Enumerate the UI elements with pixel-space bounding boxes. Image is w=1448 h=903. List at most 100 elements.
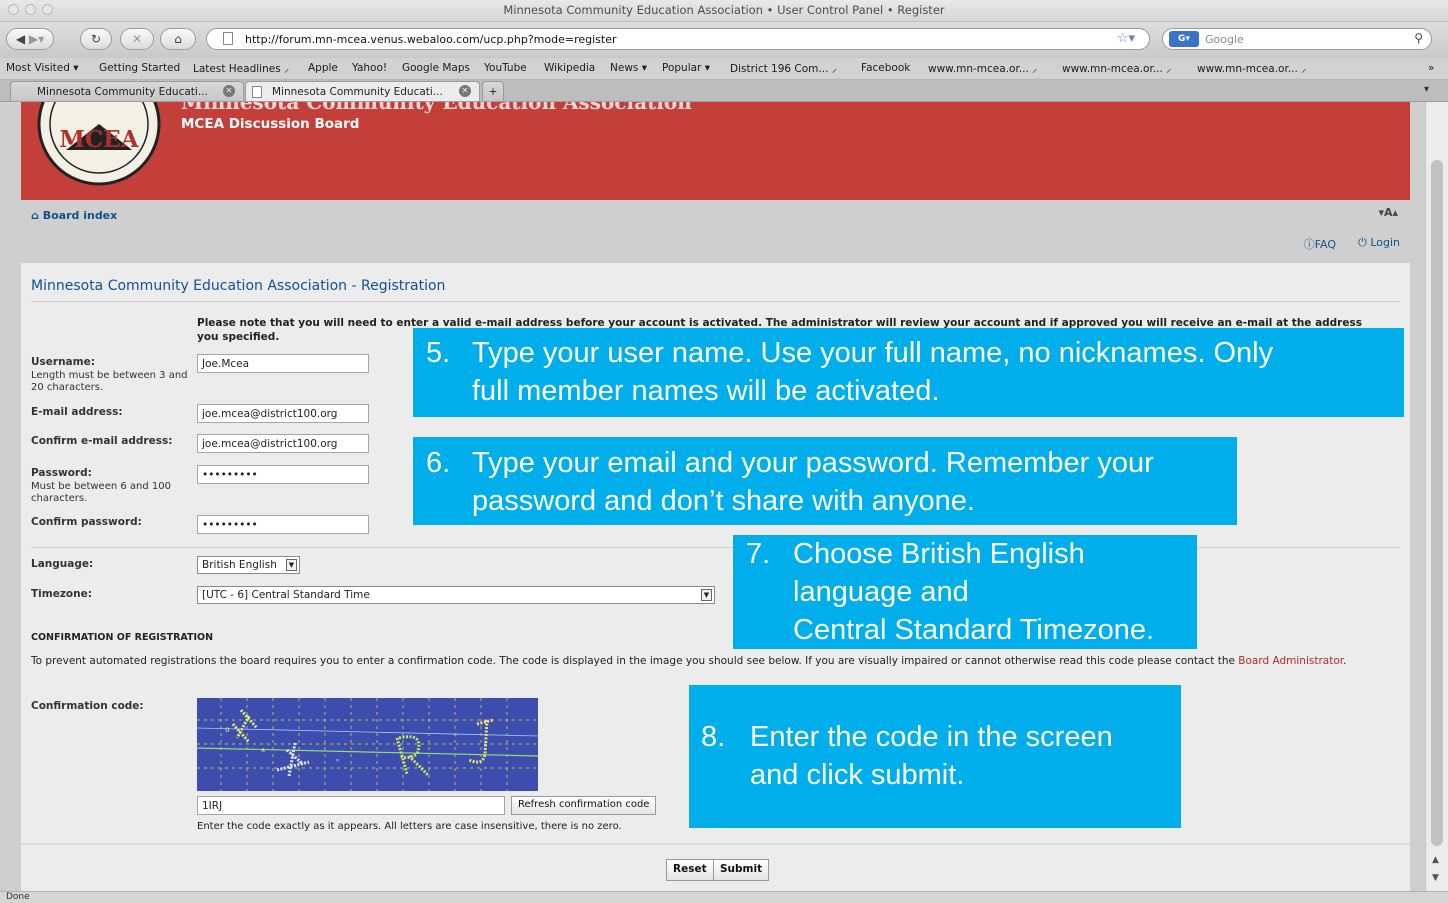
plus-icon[interactable]: + (489, 86, 498, 98)
confirmation-code-label: Confirmation code: (31, 700, 144, 712)
confirm-password-input[interactable]: ••••••••• (197, 515, 369, 534)
submit-button[interactable]: Submit (713, 859, 770, 881)
bookmark-item[interactable]: Facebook (861, 62, 910, 74)
home-icon[interactable]: ⌂ (174, 32, 182, 46)
forward-arrow-icon[interactable]: ▶▾ (29, 32, 44, 46)
callout-number: 7. (746, 538, 771, 570)
login-link[interactable]: ⏻ Login (1358, 236, 1400, 250)
reload-icon[interactable]: ↻ (91, 32, 101, 46)
dropdown-arrow-icon[interactable]: ▼ (286, 559, 297, 571)
confirmation-heading: CONFIRMATION OF REGISTRATION (31, 632, 214, 643)
bookmark-item[interactable]: Wikipedia (544, 62, 595, 74)
bookmark-item[interactable]: Popular ▾ (662, 62, 710, 74)
callout-text: Choose British English language and Cent… (793, 538, 1155, 646)
site-header: MCEA Minnesota Community Education Assoc… (21, 102, 1410, 200)
site-title: Minnesota Community Education Associatio… (181, 102, 692, 114)
scroll-down-arrow-icon[interactable]: ▼ (1432, 873, 1439, 883)
scrollbar-thumb[interactable] (1431, 160, 1443, 846)
svg-text:o: o (225, 725, 230, 734)
language-select[interactable]: British English ▼ (197, 556, 300, 574)
svg-text:◦: ◦ (453, 731, 458, 740)
language-label: Language: (31, 558, 94, 570)
faq-link[interactable]: ⓘFAQ (1304, 236, 1336, 252)
vertical-scrollbar[interactable]: ▲ ▼ (1425, 102, 1448, 891)
site-subtitle: MCEA Discussion Board (181, 116, 360, 132)
back-arrow-icon[interactable]: ◀ (16, 32, 25, 46)
confirmation-text: To prevent automated registrations the b… (31, 654, 1391, 669)
power-icon: ⏻ (1358, 236, 1367, 249)
timezone-value: [UTC - 6] Central Standard Time (202, 589, 370, 601)
navigation-toolbar: ◀ ▶▾ ↻ ✕ ⌂ http://forum.mn-mcea.venus.we… (0, 22, 1448, 58)
board-administrator-link[interactable]: Board Administrator (1238, 655, 1343, 667)
username-input[interactable]: Joe.Mcea (197, 354, 369, 373)
callout-step-6: 6. Type your email and your password. Re… (413, 437, 1237, 525)
bookmark-star-icon[interactable]: ☆▾ (1117, 31, 1135, 46)
stop-button[interactable]: ✕ (120, 28, 154, 50)
captcha-image: oᴀᵒ◦ (197, 698, 538, 791)
url-bar[interactable]: http://forum.mn-mcea.venus.webaloo.com/u… (206, 28, 1150, 50)
bookmark-item[interactable]: Google Maps (402, 62, 470, 74)
bookmark-item[interactable]: District 196 Com... ⸝ (730, 62, 837, 76)
tab-registration-2[interactable]: Minnesota Community Educati... ✕ (245, 81, 480, 101)
window-title: Minnesota Community Education Associatio… (503, 3, 945, 17)
confirm-email-input[interactable]: joe.mcea@district100.org (197, 434, 369, 453)
refresh-confirmation-code-button[interactable]: Refresh confirmation code (511, 796, 657, 815)
stop-icon[interactable]: ✕ (132, 32, 142, 46)
tab-registration-1[interactable]: Minnesota Community Educati... ✕ (10, 81, 244, 101)
callout-number: 8. (701, 721, 726, 753)
tab-close-icon[interactable]: ✕ (459, 85, 471, 97)
window-titlebar: Minnesota Community Education Associatio… (0, 0, 1448, 22)
question-icon: ⓘ (1303, 238, 1315, 251)
search-icon[interactable]: ⚲ (1414, 31, 1423, 45)
bookmark-item[interactable]: News ▾ (610, 62, 647, 74)
page-icon (223, 32, 233, 45)
status-bar: Done (0, 891, 1448, 903)
font-size-toggle[interactable]: ▾A▴ (1378, 206, 1398, 219)
bookmark-item[interactable]: Yahoo! (352, 62, 387, 74)
new-tab-button[interactable]: + (482, 81, 504, 101)
email-label: E-mail address: (31, 406, 123, 418)
search-bar[interactable]: G▾ Google ⚲ (1162, 28, 1432, 50)
tab-list-icon[interactable]: ▾ (1424, 84, 1429, 95)
bookmark-item[interactable]: Apple (308, 62, 338, 74)
status-text: Done (6, 892, 30, 902)
password-input[interactable]: ••••••••• (197, 465, 369, 484)
confirmation-text-end: . (1343, 655, 1347, 667)
confirmation-code-input[interactable]: 1IRJ (197, 796, 505, 815)
username-label: Username: (31, 356, 95, 368)
reload-button[interactable]: ↻ (80, 28, 112, 50)
timezone-label: Timezone: (31, 588, 92, 600)
bookmarks-overflow-chevron-icon[interactable]: » (1428, 62, 1434, 74)
google-search-engine-icon[interactable]: G▾ (1169, 31, 1199, 47)
board-navigation: ⌂ Board index ▾A▴ ⓘFAQ ⏻ Login (21, 200, 1410, 263)
bookmark-item[interactable]: www.mn-mcea.or... ⸝ (928, 62, 1037, 76)
scroll-up-arrow-icon[interactable]: ▲ (1432, 855, 1439, 865)
timezone-select[interactable]: [UTC - 6] Central Standard Time ▼ (197, 586, 715, 604)
reset-button[interactable]: Reset (666, 859, 714, 881)
bookmark-item[interactable]: www.mn-mcea.or... ⸝ (1197, 62, 1306, 76)
home-button[interactable]: ⌂ (160, 28, 196, 50)
board-index-link[interactable]: ⌂ Board index (31, 209, 117, 222)
bookmark-item[interactable]: www.mn-mcea.or... ⸝ (1062, 62, 1171, 76)
page-icon (252, 85, 262, 98)
search-input[interactable]: Google (1205, 33, 1244, 46)
url-text[interactable]: http://forum.mn-mcea.venus.webaloo.com/u… (245, 33, 617, 46)
mcea-logo: MCEA (37, 102, 161, 186)
dropdown-arrow-icon[interactable]: ▼ (701, 589, 712, 601)
confirm-password-label: Confirm password: (31, 516, 142, 528)
bookmark-item[interactable]: YouTube (484, 62, 527, 74)
username-hint: Length must be between 3 and 20 characte… (31, 370, 188, 393)
confirmation-text-body: To prevent automated registrations the b… (31, 655, 1239, 667)
bookmark-item[interactable]: Latest Headlines ⸝ (193, 62, 289, 76)
back-forward-button[interactable]: ◀ ▶▾ (6, 28, 54, 50)
board-index-label: Board index (42, 209, 118, 222)
svg-text:ᵒ: ᵒ (335, 757, 340, 766)
callout-number: 6. (426, 447, 451, 479)
callout-text: Enter the code in the screen and click s… (750, 721, 1113, 791)
bookmark-item[interactable]: Most Visited ▾ (6, 62, 79, 74)
callout-text: Type your email and your password. Remem… (472, 447, 1154, 517)
email-input[interactable]: joe.mcea@district100.org (197, 404, 369, 423)
bookmark-item[interactable]: Getting Started (99, 62, 180, 74)
tab-close-icon[interactable]: ✕ (223, 85, 235, 97)
password-label: Password: (31, 467, 92, 479)
